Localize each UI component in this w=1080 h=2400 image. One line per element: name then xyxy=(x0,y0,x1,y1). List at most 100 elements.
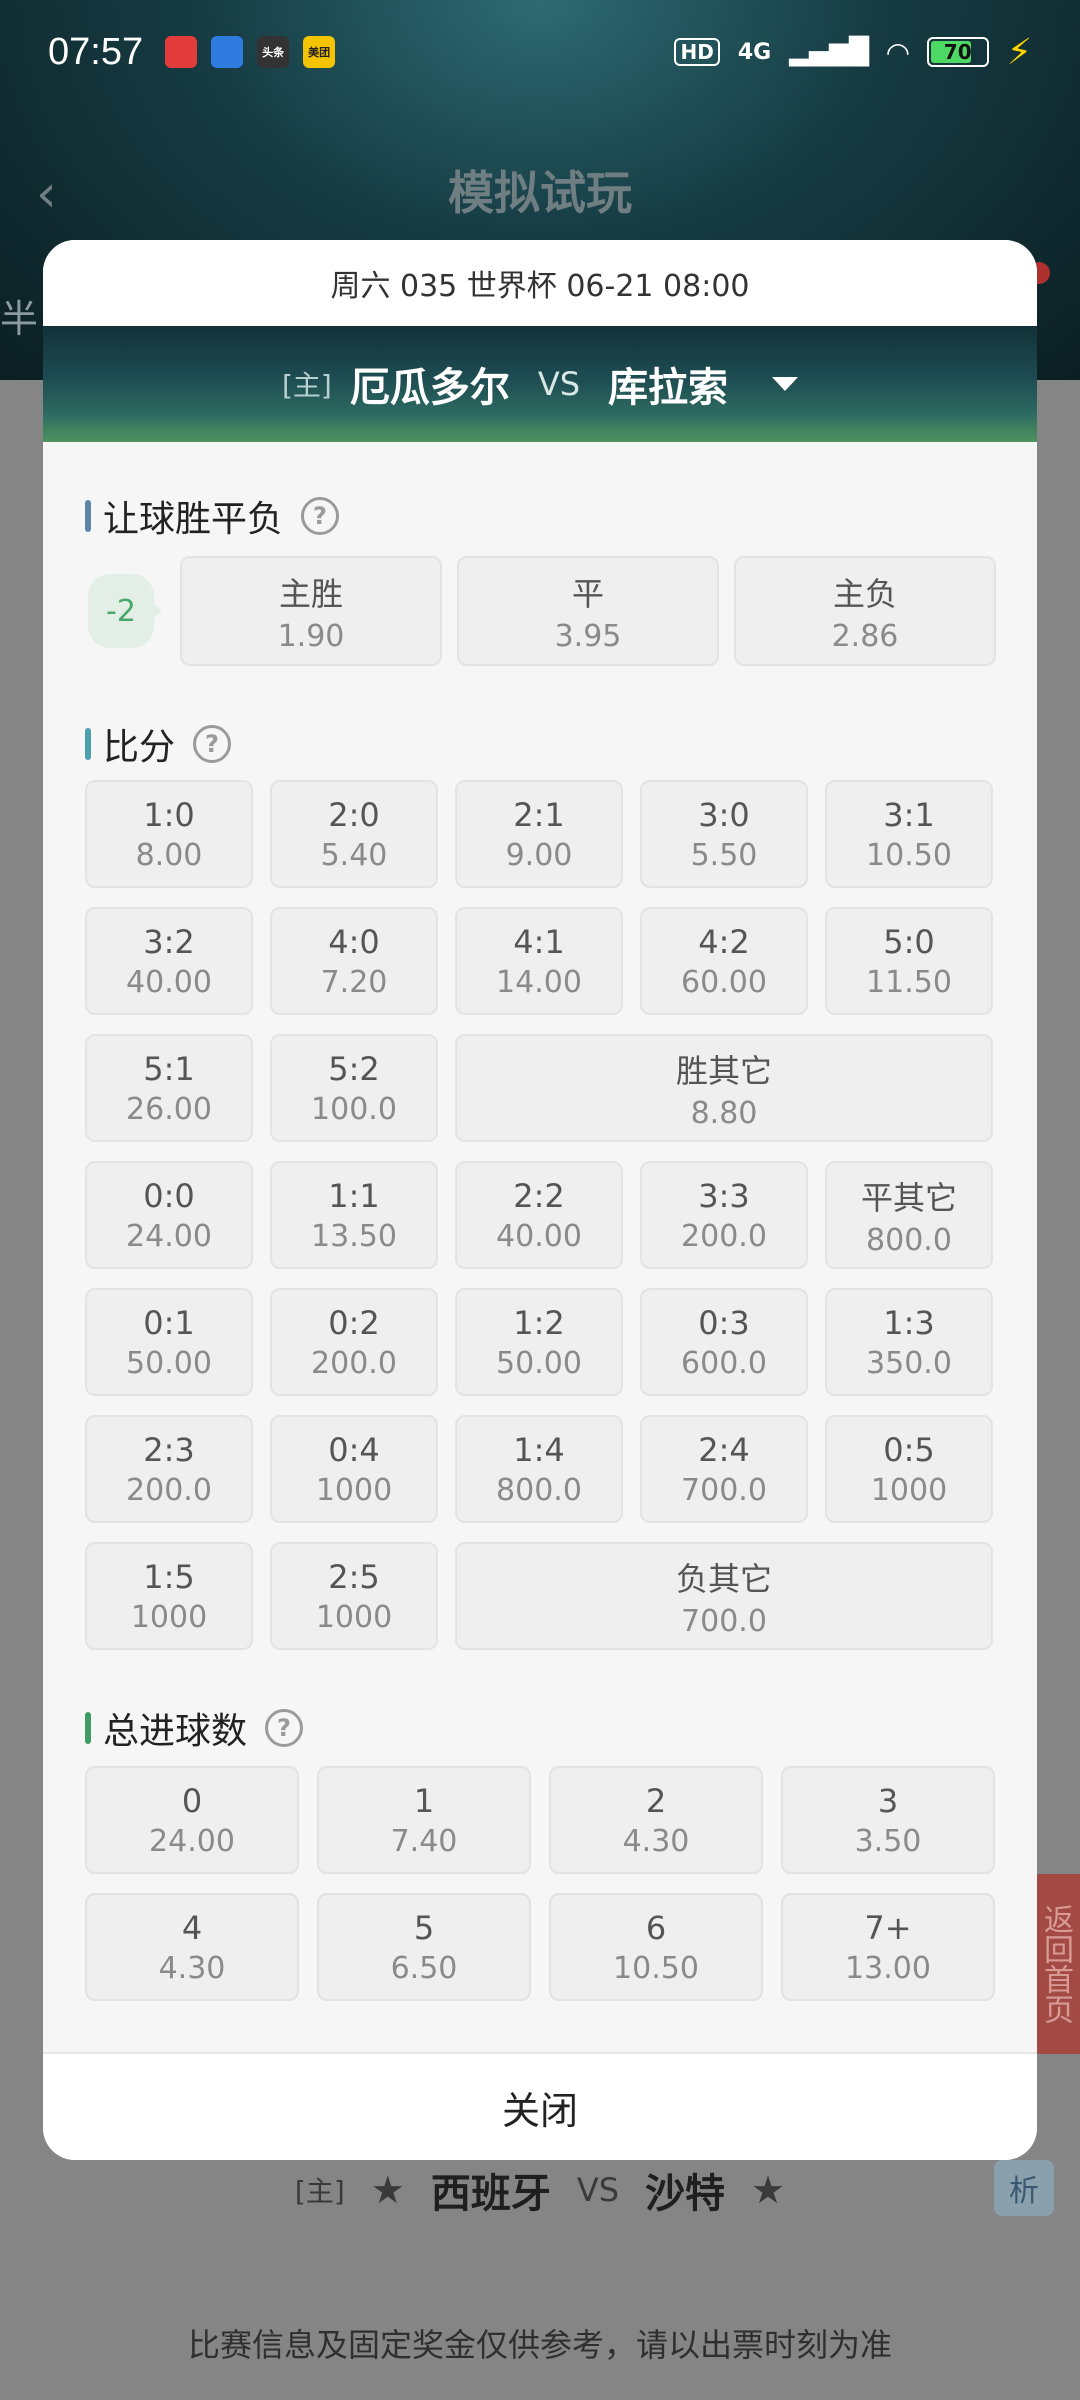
odds-modal: 周六 035 世界杯 06-21 08:00 [主] 厄瓜多尔 VS 库拉索 让… xyxy=(43,240,1037,2160)
odds-value: 7.40 xyxy=(390,1823,458,1859)
odds-value: 2.86 xyxy=(831,618,899,654)
odds-option-label: 0 xyxy=(181,1781,203,1820)
odds-option-label: 5 xyxy=(413,1908,435,1947)
score-option[interactable]: 2:3 200.0 xyxy=(85,1415,253,1523)
score-option[interactable]: 3:2 40.00 xyxy=(85,907,253,1015)
score-option[interactable]: 1:3 350.0 xyxy=(825,1288,993,1396)
away-team: 库拉索 xyxy=(608,365,729,411)
close-button[interactable]: 关闭 xyxy=(43,2052,1037,2160)
score-option[interactable]: 5:1 26.00 xyxy=(85,1034,253,1142)
handicap-option[interactable]: 主负 2.86 xyxy=(734,556,996,666)
odds-option-label: 2:4 xyxy=(698,1430,750,1469)
app-icon-blue xyxy=(211,36,244,68)
goals-option[interactable]: 3 3.50 xyxy=(781,1766,995,1874)
page-title: 模拟试玩 xyxy=(448,166,632,220)
disclaimer-text: 比赛信息及固定奖金仅供参考，请以出票时刻为准 xyxy=(187,2326,892,2364)
star-icon[interactable]: ★ xyxy=(371,2168,405,2212)
background-match-row[interactable]: [主] ★ 西班牙 VS 沙特 ★ xyxy=(0,2150,1080,2230)
odds-value: 200.0 xyxy=(681,1218,767,1254)
odds-option-label: 0:4 xyxy=(328,1430,380,1469)
odds-option-label: 平其它 xyxy=(860,1178,957,1217)
score-option[interactable]: 4:0 7.20 xyxy=(270,907,438,1015)
score-option[interactable]: 2:2 40.00 xyxy=(455,1161,623,1269)
score-option[interactable]: 0:0 24.00 xyxy=(85,1161,253,1269)
score-option[interactable]: 4:1 14.00 xyxy=(455,907,623,1015)
goals-option[interactable]: 1 7.40 xyxy=(317,1766,531,1874)
score-option[interactable]: 3:3 200.0 xyxy=(640,1161,808,1269)
odds-option-label: 主负 xyxy=(832,574,897,613)
odds-option-label: 2:5 xyxy=(328,1557,380,1596)
section-marker xyxy=(85,728,91,760)
status-app-icons: 头条 美团 xyxy=(165,36,336,68)
goals-option[interactable]: 7+ 13.00 xyxy=(781,1893,995,2001)
odds-option-label: 平 xyxy=(571,574,604,613)
goals-option[interactable]: 5 6.50 xyxy=(317,1893,531,2001)
score-option[interactable]: 平其它 800.0 xyxy=(825,1161,993,1269)
network-indicator: 4G xyxy=(737,39,772,65)
score-option[interactable]: 3:1 10.50 xyxy=(825,780,993,888)
return-home-button[interactable]: 返回首页 xyxy=(1030,1874,1080,2054)
score-option[interactable]: 1:4 800.0 xyxy=(455,1415,623,1523)
score-option[interactable]: 2:4 700.0 xyxy=(640,1415,808,1523)
odds-value: 200.0 xyxy=(311,1345,397,1381)
handicap-option[interactable]: 主胜 1.90 xyxy=(180,556,442,666)
score-option[interactable]: 2:0 5.40 xyxy=(270,780,438,888)
score-option[interactable]: 1:0 8.00 xyxy=(85,780,253,888)
odds-option-label: 0:0 xyxy=(143,1176,195,1215)
score-option[interactable]: 0:3 600.0 xyxy=(640,1288,808,1396)
score-option[interactable]: 2:1 9.00 xyxy=(455,780,623,888)
handicap-section-title: 让球胜平负 ? xyxy=(85,490,340,542)
score-option[interactable]: 0:4 1000 xyxy=(270,1415,438,1523)
odds-value: 700.0 xyxy=(681,1472,767,1508)
score-option[interactable]: 0:2 200.0 xyxy=(270,1288,438,1396)
score-option[interactable]: 4:2 60.00 xyxy=(640,907,808,1015)
star-icon[interactable]: ★ xyxy=(751,2168,785,2212)
score-option[interactable]: 5:0 11.50 xyxy=(825,907,993,1015)
score-option[interactable]: 3:0 5.50 xyxy=(640,780,808,888)
score-option[interactable]: 1:5 1000 xyxy=(85,1542,253,1650)
analyze-button[interactable]: 析 xyxy=(994,2160,1054,2216)
odds-option-label: 1:2 xyxy=(513,1303,565,1342)
odds-value: 10.50 xyxy=(613,1950,699,1986)
odds-option-label: 4:2 xyxy=(698,922,750,961)
charging-icon: ⚡ xyxy=(1006,31,1032,73)
odds-option-label: 2:0 xyxy=(328,795,380,834)
score-option[interactable]: 5:2 100.0 xyxy=(270,1034,438,1142)
odds-option-label: 1:5 xyxy=(143,1557,195,1596)
score-option[interactable]: 0:1 50.00 xyxy=(85,1288,253,1396)
score-option[interactable]: 1:1 13.50 xyxy=(270,1161,438,1269)
odds-value: 1000 xyxy=(315,1472,393,1508)
odds-value: 5.40 xyxy=(320,837,388,873)
odds-value: 800.0 xyxy=(496,1472,582,1508)
odds-value: 11.50 xyxy=(866,964,952,1000)
caret-down-icon[interactable] xyxy=(772,377,799,391)
score-option[interactable]: 胜其它 8.80 xyxy=(455,1034,993,1142)
odds-value: 40.00 xyxy=(126,964,212,1000)
goals-option[interactable]: 4 4.30 xyxy=(85,1893,299,2001)
score-option[interactable]: 2:5 1000 xyxy=(270,1542,438,1650)
odds-value: 14.00 xyxy=(496,964,582,1000)
match-banner[interactable]: [主] 厄瓜多尔 VS 库拉索 xyxy=(43,326,1037,442)
odds-option-label: 3:3 xyxy=(698,1176,750,1215)
score-option[interactable]: 负其它 700.0 xyxy=(455,1542,993,1650)
goals-option[interactable]: 2 4.30 xyxy=(549,1766,763,1874)
odds-option-label: 3:2 xyxy=(143,922,195,961)
odds-value: 100.0 xyxy=(311,1091,397,1127)
odds-value: 8.00 xyxy=(135,837,203,873)
goals-option[interactable]: 6 10.50 xyxy=(549,1893,763,2001)
odds-option-label: 5:1 xyxy=(143,1049,195,1088)
odds-value: 800.0 xyxy=(866,1222,952,1258)
home-tag: [主] xyxy=(294,2175,345,2208)
goals-option[interactable]: 0 24.00 xyxy=(85,1766,299,1874)
odds-value: 40.00 xyxy=(496,1218,582,1254)
help-icon[interactable]: ? xyxy=(265,1709,304,1747)
home-team: 厄瓜多尔 xyxy=(349,365,510,411)
score-section-title: 比分 ? xyxy=(85,718,232,770)
odds-option-label: 7+ xyxy=(864,1908,912,1947)
help-icon[interactable]: ? xyxy=(193,725,232,763)
score-option[interactable]: 1:2 50.00 xyxy=(455,1288,623,1396)
back-icon[interactable]: ‹ xyxy=(36,164,57,224)
help-icon[interactable]: ? xyxy=(301,497,340,535)
score-option[interactable]: 0:5 1000 xyxy=(825,1415,993,1523)
handicap-option[interactable]: 平 3.95 xyxy=(457,556,719,666)
